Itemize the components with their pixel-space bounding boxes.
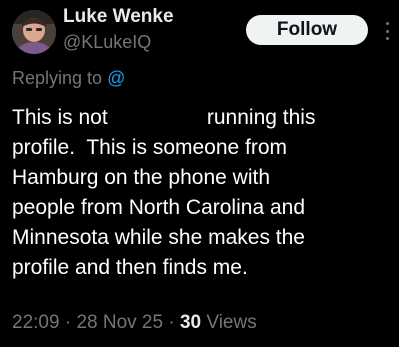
more-dot — [385, 37, 389, 40]
views-count[interactable]: 30 — [180, 312, 201, 333]
tweet-line: Minnesota while she makes the — [12, 226, 305, 249]
more-dot — [385, 22, 389, 25]
tweet-line: people from North Carolina and — [12, 196, 305, 219]
meta-separator: · — [163, 312, 180, 333]
replying-to-line: Replying to @ — [12, 68, 125, 89]
reply-mention-link[interactable]: @ — [107, 68, 125, 88]
tweet-meta: 22:09 · 28 Nov 25 · 30 Views — [12, 312, 257, 334]
tweet-text: This is not running this profile. This i… — [12, 103, 392, 283]
more-vertical-icon[interactable] — [384, 22, 390, 40]
tweet-line: profile and then finds me. — [12, 256, 248, 279]
replying-to-label: Replying to — [12, 68, 108, 88]
author-display-name[interactable]: Luke Wenke — [63, 6, 174, 28]
tweet-time[interactable]: 22:09 — [12, 312, 60, 333]
post-container: Luke Wenke @KLukeIQ Follow Replying to @… — [0, 0, 399, 347]
author-handle[interactable]: @KLukeIQ — [63, 32, 151, 53]
tweet-line: This is not running this — [12, 106, 316, 129]
follow-button[interactable]: Follow — [246, 15, 368, 45]
meta-separator: · — [59, 312, 77, 333]
more-dot — [385, 29, 389, 33]
tweet-line: Hamburg on the phone with — [12, 166, 270, 189]
tweet-line: profile. This is someone from — [12, 136, 288, 159]
profile-photo — [12, 10, 56, 54]
avatar[interactable] — [12, 10, 56, 54]
views-label[interactable]: Views — [201, 312, 256, 333]
tweet-date[interactable]: 28 Nov 25 — [76, 312, 163, 333]
